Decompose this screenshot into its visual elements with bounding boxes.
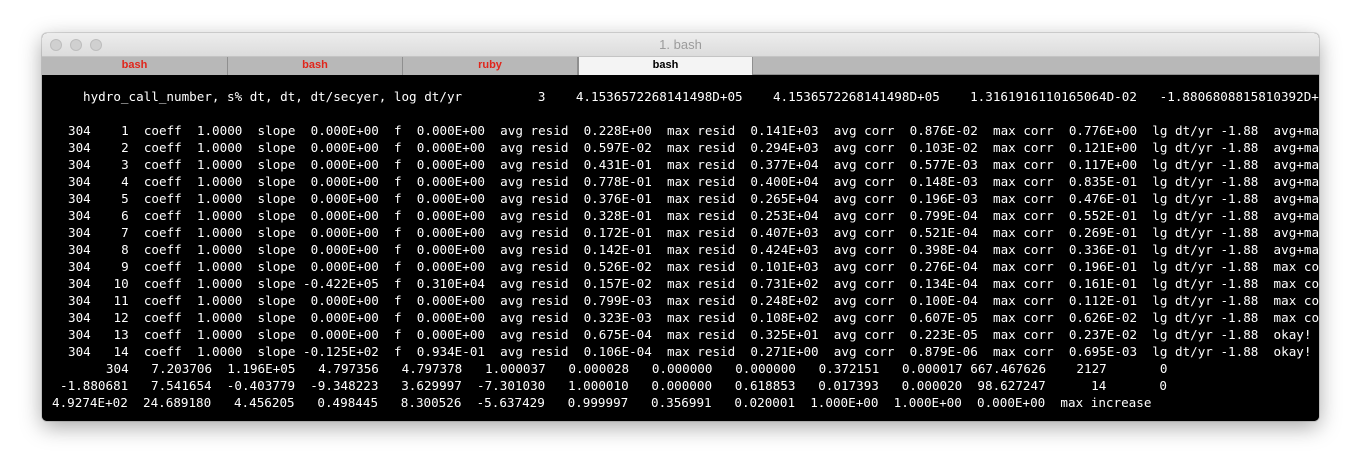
tab-ruby[interactable]: ruby	[403, 57, 578, 75]
summary-line: -1.880681 7.541654 -0.403779 -9.348223 3…	[60, 378, 1167, 393]
iteration-line: 304 10 coeff 1.0000 slope -0.422E+05 f 0…	[68, 276, 1319, 291]
iteration-line: 304 8 coeff 1.0000 slope 0.000E+00 f 0.0…	[68, 242, 1319, 257]
iteration-line: 304 5 coeff 1.0000 slope 0.000E+00 f 0.0…	[68, 191, 1319, 206]
iteration-line: 304 1 coeff 1.0000 slope 0.000E+00 f 0.0…	[68, 123, 1319, 138]
summary-line: 4.9274E+02 24.689180 4.456205 0.498445 8…	[52, 395, 1152, 410]
title-bar[interactable]: 1. bash	[42, 33, 1319, 57]
iteration-line: 304 14 coeff 1.0000 slope -0.125E+02 f 0…	[68, 344, 1312, 359]
iteration-line: 304 11 coeff 1.0000 slope 0.000E+00 f 0.…	[68, 293, 1319, 308]
iteration-line: 304 9 coeff 1.0000 slope 0.000E+00 f 0.0…	[68, 259, 1319, 274]
window-title: 1. bash	[659, 37, 702, 52]
iteration-line: 304 7 coeff 1.0000 slope 0.000E+00 f 0.0…	[68, 225, 1319, 240]
iteration-line: 304 2 coeff 1.0000 slope 0.000E+00 f 0.0…	[68, 140, 1319, 155]
iteration-line: 304 6 coeff 1.0000 slope 0.000E+00 f 0.0…	[68, 208, 1319, 223]
tab-bash-1[interactable]: bash	[42, 57, 228, 75]
iteration-line: 304 4 coeff 1.0000 slope 0.000E+00 f 0.0…	[68, 174, 1319, 189]
header-line: hydro_call_number, s% dt, dt, dt/secyer,…	[83, 89, 1319, 104]
terminal-output[interactable]: hydro_call_number, s% dt, dt, dt/secyer,…	[42, 75, 1319, 421]
tab-bar: bash bash ruby bash	[42, 57, 1319, 76]
iteration-line: 304 3 coeff 1.0000 slope 0.000E+00 f 0.0…	[68, 157, 1319, 172]
iteration-line: 304 13 coeff 1.0000 slope 0.000E+00 f 0.…	[68, 327, 1312, 342]
iteration-line: 304 12 coeff 1.0000 slope 0.000E+00 f 0.…	[68, 310, 1319, 325]
summary-line: 304 7.203706 1.196E+05 4.797356 4.797378…	[68, 361, 1168, 376]
tab-bash-active[interactable]: bash	[578, 57, 753, 76]
terminal-window: 1. bash bash bash ruby bash hydro_call_n…	[42, 33, 1319, 421]
tab-bash-2[interactable]: bash	[228, 57, 403, 75]
